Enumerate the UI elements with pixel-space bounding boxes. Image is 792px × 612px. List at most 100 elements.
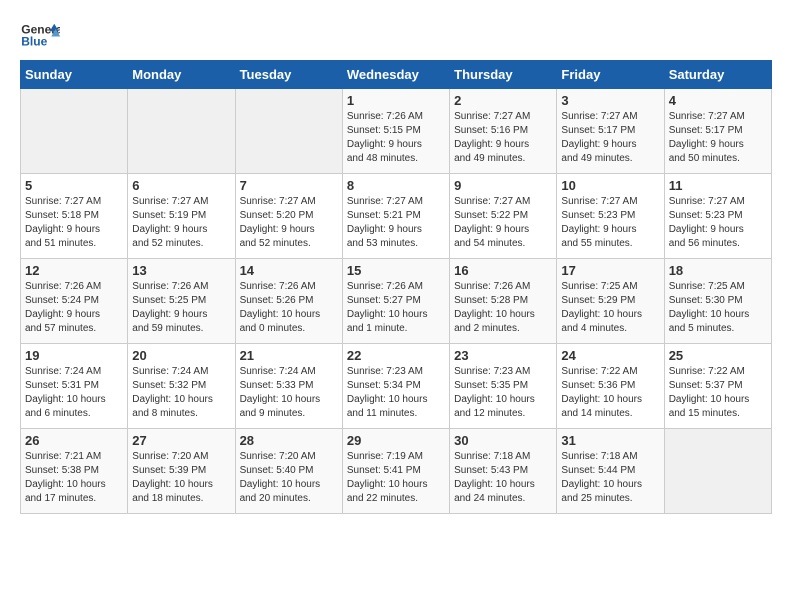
calendar-week-2: 5Sunrise: 7:27 AM Sunset: 5:18 PM Daylig… bbox=[21, 174, 772, 259]
calendar-cell: 1 Sunrise: 7:26 AM Sunset: 5:15 PM Daylig… bbox=[342, 89, 449, 174]
cell-content: Sunrise: 7:18 AM Sunset: 5:43 PM Dayligh… bbox=[454, 450, 552, 506]
calendar-cell: 29 Sunrise: 7:19 AM Sunset: 5:41 PM Dayli… bbox=[342, 429, 449, 514]
day-number: 15 bbox=[347, 263, 445, 278]
calendar-cell: 24 Sunrise: 7:22 AM Sunset: 5:36 PM Dayli… bbox=[557, 344, 664, 429]
cell-content: Sunrise: 7:24 AM Sunset: 5:32 PM Dayligh… bbox=[132, 365, 230, 421]
day-number: 17 bbox=[561, 263, 659, 278]
day-number: 19 bbox=[25, 348, 123, 363]
day-number: 4 bbox=[669, 93, 767, 108]
calendar-cell: 12 Sunrise: 7:26 AM Sunset: 5:24 PM Dayli… bbox=[21, 259, 128, 344]
day-header-thursday: Thursday bbox=[450, 61, 557, 89]
day-number: 2 bbox=[454, 93, 552, 108]
day-number: 7 bbox=[240, 178, 338, 193]
cell-content: Sunrise: 7:27 AM Sunset: 5:23 PM Dayligh… bbox=[561, 195, 659, 251]
calendar-cell: 27 Sunrise: 7:20 AM Sunset: 5:39 PM Dayli… bbox=[128, 429, 235, 514]
cell-content: Sunrise: 7:20 AM Sunset: 5:40 PM Dayligh… bbox=[240, 450, 338, 506]
calendar-cell: 7 Sunrise: 7:27 AM Sunset: 5:20 PM Daylig… bbox=[235, 174, 342, 259]
logo-icon: General Blue bbox=[20, 20, 60, 50]
calendar-cell bbox=[21, 89, 128, 174]
cell-content: Sunrise: 7:22 AM Sunset: 5:36 PM Dayligh… bbox=[561, 365, 659, 421]
cell-content: Sunrise: 7:26 AM Sunset: 5:24 PM Dayligh… bbox=[25, 280, 123, 336]
day-number: 11 bbox=[669, 178, 767, 193]
cell-content: Sunrise: 7:23 AM Sunset: 5:35 PM Dayligh… bbox=[454, 365, 552, 421]
calendar-cell: 14 Sunrise: 7:26 AM Sunset: 5:26 PM Dayli… bbox=[235, 259, 342, 344]
calendar-cell: 31 Sunrise: 7:18 AM Sunset: 5:44 PM Dayli… bbox=[557, 429, 664, 514]
calendar-cell: 13Sunrise: 7:26 AM Sunset: 5:25 PM Dayli… bbox=[128, 259, 235, 344]
day-number: 24 bbox=[561, 348, 659, 363]
cell-content: Sunrise: 7:26 AM Sunset: 5:28 PM Dayligh… bbox=[454, 280, 552, 336]
calendar-cell: 30 Sunrise: 7:18 AM Sunset: 5:43 PM Dayli… bbox=[450, 429, 557, 514]
calendar-table: SundayMondayTuesdayWednesdayThursdayFrid… bbox=[20, 60, 772, 514]
day-number: 9 bbox=[454, 178, 552, 193]
calendar-cell: 5Sunrise: 7:27 AM Sunset: 5:18 PM Daylig… bbox=[21, 174, 128, 259]
day-number: 23 bbox=[454, 348, 552, 363]
day-number: 22 bbox=[347, 348, 445, 363]
cell-content: Sunrise: 7:20 AM Sunset: 5:39 PM Dayligh… bbox=[132, 450, 230, 506]
day-number: 28 bbox=[240, 433, 338, 448]
cell-content: Sunrise: 7:18 AM Sunset: 5:44 PM Dayligh… bbox=[561, 450, 659, 506]
calendar-cell: 11 Sunrise: 7:27 AM Sunset: 5:23 PM Dayli… bbox=[664, 174, 771, 259]
calendar-cell: 10 Sunrise: 7:27 AM Sunset: 5:23 PM Dayli… bbox=[557, 174, 664, 259]
svg-text:Blue: Blue bbox=[21, 35, 47, 49]
day-number: 1 bbox=[347, 93, 445, 108]
page-header: General Blue bbox=[20, 20, 772, 50]
day-number: 21 bbox=[240, 348, 338, 363]
day-number: 14 bbox=[240, 263, 338, 278]
cell-content: Sunrise: 7:27 AM Sunset: 5:23 PM Dayligh… bbox=[669, 195, 767, 251]
day-header-tuesday: Tuesday bbox=[235, 61, 342, 89]
calendar-week-4: 19 Sunrise: 7:24 AM Sunset: 5:31 PM Dayli… bbox=[21, 344, 772, 429]
calendar-cell: 15Sunrise: 7:26 AM Sunset: 5:27 PM Dayli… bbox=[342, 259, 449, 344]
day-number: 16 bbox=[454, 263, 552, 278]
day-number: 29 bbox=[347, 433, 445, 448]
calendar-cell: 25 Sunrise: 7:22 AM Sunset: 5:37 PM Dayli… bbox=[664, 344, 771, 429]
day-number: 27 bbox=[132, 433, 230, 448]
logo: General Blue bbox=[20, 20, 60, 50]
calendar-cell: 17Sunrise: 7:25 AM Sunset: 5:29 PM Dayli… bbox=[557, 259, 664, 344]
day-number: 26 bbox=[25, 433, 123, 448]
day-header-wednesday: Wednesday bbox=[342, 61, 449, 89]
day-number: 18 bbox=[669, 263, 767, 278]
calendar-cell: 3Sunrise: 7:27 AM Sunset: 5:17 PM Daylig… bbox=[557, 89, 664, 174]
day-header-friday: Friday bbox=[557, 61, 664, 89]
calendar-cell: 4 Sunrise: 7:27 AM Sunset: 5:17 PM Daylig… bbox=[664, 89, 771, 174]
day-header-saturday: Saturday bbox=[664, 61, 771, 89]
calendar-cell: 19 Sunrise: 7:24 AM Sunset: 5:31 PM Dayli… bbox=[21, 344, 128, 429]
calendar-cell: 26 Sunrise: 7:21 AM Sunset: 5:38 PM Dayli… bbox=[21, 429, 128, 514]
day-number: 31 bbox=[561, 433, 659, 448]
calendar-cell: 8 Sunrise: 7:27 AM Sunset: 5:21 PM Daylig… bbox=[342, 174, 449, 259]
day-number: 3 bbox=[561, 93, 659, 108]
cell-content: Sunrise: 7:27 AM Sunset: 5:21 PM Dayligh… bbox=[347, 195, 445, 251]
calendar-cell: 16 Sunrise: 7:26 AM Sunset: 5:28 PM Dayli… bbox=[450, 259, 557, 344]
day-number: 6 bbox=[132, 178, 230, 193]
day-number: 10 bbox=[561, 178, 659, 193]
calendar-cell: 9Sunrise: 7:27 AM Sunset: 5:22 PM Daylig… bbox=[450, 174, 557, 259]
day-number: 8 bbox=[347, 178, 445, 193]
calendar-week-3: 12 Sunrise: 7:26 AM Sunset: 5:24 PM Dayli… bbox=[21, 259, 772, 344]
cell-content: Sunrise: 7:27 AM Sunset: 5:19 PM Dayligh… bbox=[132, 195, 230, 251]
day-number: 13 bbox=[132, 263, 230, 278]
cell-content: Sunrise: 7:27 AM Sunset: 5:18 PM Dayligh… bbox=[25, 195, 123, 251]
cell-content: Sunrise: 7:25 AM Sunset: 5:30 PM Dayligh… bbox=[669, 280, 767, 336]
cell-content: Sunrise: 7:27 AM Sunset: 5:17 PM Dayligh… bbox=[669, 110, 767, 166]
cell-content: Sunrise: 7:24 AM Sunset: 5:33 PM Dayligh… bbox=[240, 365, 338, 421]
cell-content: Sunrise: 7:26 AM Sunset: 5:15 PM Dayligh… bbox=[347, 110, 445, 166]
calendar-cell: 21 Sunrise: 7:24 AM Sunset: 5:33 PM Dayli… bbox=[235, 344, 342, 429]
day-number: 25 bbox=[669, 348, 767, 363]
day-number: 20 bbox=[132, 348, 230, 363]
cell-content: Sunrise: 7:21 AM Sunset: 5:38 PM Dayligh… bbox=[25, 450, 123, 506]
cell-content: Sunrise: 7:24 AM Sunset: 5:31 PM Dayligh… bbox=[25, 365, 123, 421]
calendar-cell: 28 Sunrise: 7:20 AM Sunset: 5:40 PM Dayli… bbox=[235, 429, 342, 514]
cell-content: Sunrise: 7:22 AM Sunset: 5:37 PM Dayligh… bbox=[669, 365, 767, 421]
day-number: 30 bbox=[454, 433, 552, 448]
cell-content: Sunrise: 7:27 AM Sunset: 5:16 PM Dayligh… bbox=[454, 110, 552, 166]
day-header-sunday: Sunday bbox=[21, 61, 128, 89]
calendar-cell: 23 Sunrise: 7:23 AM Sunset: 5:35 PM Dayli… bbox=[450, 344, 557, 429]
day-number: 12 bbox=[25, 263, 123, 278]
cell-content: Sunrise: 7:27 AM Sunset: 5:20 PM Dayligh… bbox=[240, 195, 338, 251]
cell-content: Sunrise: 7:26 AM Sunset: 5:26 PM Dayligh… bbox=[240, 280, 338, 336]
calendar-cell: 20 Sunrise: 7:24 AM Sunset: 5:32 PM Dayli… bbox=[128, 344, 235, 429]
calendar-header-row: SundayMondayTuesdayWednesdayThursdayFrid… bbox=[21, 61, 772, 89]
calendar-cell bbox=[128, 89, 235, 174]
cell-content: Sunrise: 7:19 AM Sunset: 5:41 PM Dayligh… bbox=[347, 450, 445, 506]
calendar-cell: 22Sunrise: 7:23 AM Sunset: 5:34 PM Dayli… bbox=[342, 344, 449, 429]
